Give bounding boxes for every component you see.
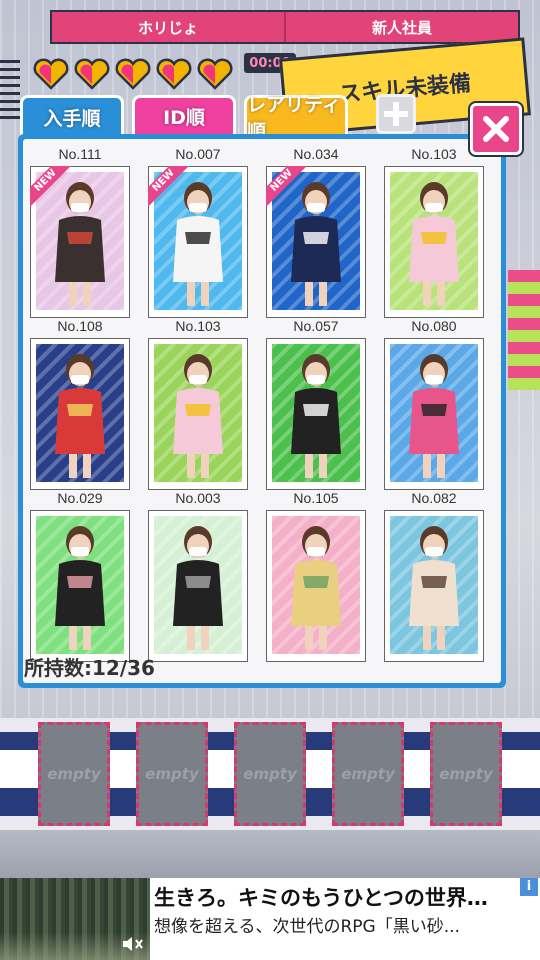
speaker-mute-icon[interactable]: [122, 936, 144, 956]
ad-subtitle[interactable]: 想像を超える、次世代のRPG「黒い砂...: [154, 912, 520, 937]
card-number: No.103: [175, 318, 221, 334]
card-number: No.003: [175, 490, 221, 506]
slot-label: empty: [439, 765, 493, 783]
equip-slot[interactable]: empty: [136, 722, 208, 826]
slot-label: empty: [341, 765, 395, 783]
person-illustration: [409, 182, 459, 306]
card-frame: [30, 510, 130, 662]
person-illustration: [409, 526, 459, 650]
card-number: No.103: [411, 146, 457, 162]
person-illustration: [55, 526, 105, 650]
card-photo: [272, 344, 360, 482]
person-illustration: [291, 354, 341, 478]
left-decoration: [0, 60, 20, 120]
tab-rarity-order[interactable]: レアリティ順: [244, 94, 348, 143]
card-frame: [384, 166, 484, 318]
collection-card[interactable]: No.103: [148, 318, 248, 490]
card-photo: [272, 516, 360, 654]
slot-label: empty: [47, 765, 101, 783]
heart-icon: [114, 58, 152, 90]
tab-acquired-order[interactable]: 入手順: [20, 95, 124, 137]
owned-count: 所持数:12/36: [24, 656, 155, 680]
top-status-bar: ホリじょ 新人社員: [50, 10, 520, 44]
new-badge: NEW: [266, 166, 306, 206]
equip-slot[interactable]: empty: [332, 722, 404, 826]
collection-card[interactable]: No.103: [384, 146, 484, 318]
card-photo: [36, 344, 124, 482]
card-frame: [266, 510, 366, 662]
card-photo: [390, 344, 478, 482]
new-badge-label: NEW: [148, 166, 188, 206]
collection-card[interactable]: No.034 NEW: [266, 146, 366, 318]
bottom-strip: [0, 830, 540, 878]
heart-icon: [73, 58, 111, 90]
ad-banner[interactable]: 生きろ。キミのもうひとつの世界… 想像を超える、次世代のRPG「黒い砂... i: [0, 878, 540, 960]
card-number: No.007: [175, 146, 221, 162]
ad-title[interactable]: 生きろ。キミのもうひとつの世界…: [154, 882, 520, 912]
collection-card[interactable]: No.080: [384, 318, 484, 490]
new-badge-label: NEW: [30, 166, 70, 206]
card-number: No.108: [57, 318, 103, 334]
plus-icon[interactable]: [376, 94, 416, 134]
heart-icon: [32, 58, 70, 90]
collection-card[interactable]: No.029: [30, 490, 130, 662]
equip-slot[interactable]: empty: [234, 722, 306, 826]
card-number: No.105: [293, 490, 339, 506]
slot-label: empty: [145, 765, 199, 783]
person-illustration: [409, 354, 459, 478]
card-photo: [154, 344, 242, 482]
collection-card[interactable]: No.007 NEW: [148, 146, 248, 318]
slot-label: empty: [243, 765, 297, 783]
side-decoration: [508, 270, 540, 390]
card-frame: [148, 338, 248, 490]
person-illustration: [55, 354, 105, 478]
collection-card[interactable]: No.057: [266, 318, 366, 490]
card-frame: [30, 338, 130, 490]
card-number: No.029: [57, 490, 103, 506]
collection-card[interactable]: No.082: [384, 490, 484, 662]
card-frame: [148, 510, 248, 662]
collection-card[interactable]: No.105: [266, 490, 366, 662]
hearts-row: [32, 58, 234, 90]
card-number: No.057: [293, 318, 339, 334]
card-photo: [390, 172, 478, 310]
card-number: No.034: [293, 146, 339, 162]
card-number: No.082: [411, 490, 457, 506]
collection-card[interactable]: No.003: [148, 490, 248, 662]
collection-card[interactable]: No.111 NEW: [30, 146, 130, 318]
person-illustration: [291, 526, 341, 650]
collection-card[interactable]: No.108: [30, 318, 130, 490]
equip-slot[interactable]: empty: [38, 722, 110, 826]
card-photo: [154, 516, 242, 654]
new-badge: NEW: [148, 166, 188, 206]
equip-slot[interactable]: empty: [430, 722, 502, 826]
heart-icon: [155, 58, 193, 90]
close-button[interactable]: [470, 103, 522, 155]
person-illustration: [173, 526, 223, 650]
person-illustration: [173, 354, 223, 478]
card-frame: [266, 338, 366, 490]
card-number: No.080: [411, 318, 457, 334]
ad-info-icon[interactable]: i: [520, 878, 538, 896]
close-icon: [483, 116, 509, 142]
card-number: No.111: [58, 146, 102, 162]
club-label: ホリじょ: [137, 18, 198, 37]
card-frame: [384, 338, 484, 490]
card-frame: [384, 510, 484, 662]
card-photo: [390, 516, 478, 654]
heart-icon: [196, 58, 234, 90]
new-badge-label: NEW: [266, 166, 306, 206]
rank-label: 新人社員: [284, 12, 518, 42]
tab-id-order[interactable]: ID順: [132, 95, 236, 135]
card-photo: [36, 516, 124, 654]
new-badge: NEW: [30, 166, 70, 206]
